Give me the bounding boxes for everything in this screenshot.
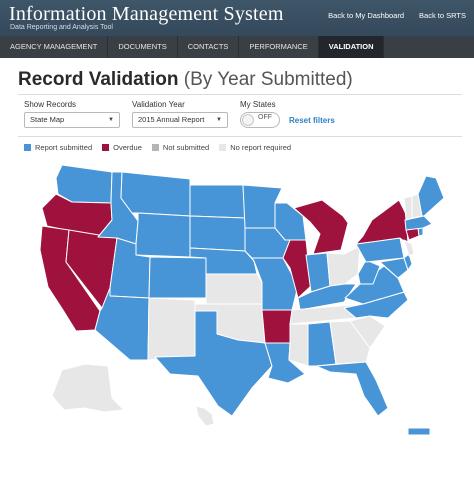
legend-swatch-overdue — [102, 144, 110, 151]
chevron-down-icon: ▼ — [108, 117, 114, 123]
show-records-value: State Map — [30, 115, 65, 124]
legend-item-submitted: Report submitted — [24, 143, 92, 152]
state-sd[interactable] — [189, 215, 246, 252]
nav-documents[interactable]: DOCUMENTS — [108, 36, 178, 58]
state-ks[interactable] — [205, 273, 263, 305]
state-wa[interactable] — [55, 164, 113, 204]
state-fl[interactable] — [315, 361, 389, 417]
top-header: Information Management System Data Repor… — [0, 0, 474, 36]
state-nd[interactable] — [189, 184, 246, 219]
legend-label: Overdue — [113, 143, 142, 152]
show-records-select[interactable]: State Map ▼ — [24, 112, 120, 128]
legend-label: Report submitted — [35, 143, 93, 152]
my-states-toggle-state: OFF — [258, 114, 272, 121]
state-ms[interactable] — [288, 323, 309, 367]
page-title: Record Validation (By Year Submitted) — [18, 69, 353, 91]
legend-swatch-not-submitted — [151, 144, 159, 151]
validation-year-select[interactable]: 2015 Annual Report ▼ — [132, 112, 228, 128]
state-ny[interactable] — [355, 199, 409, 245]
nav-contacts[interactable]: CONTACTS — [178, 36, 240, 58]
nav-performance[interactable]: PERFORMANCE — [239, 36, 319, 58]
my-states-label: My States — [240, 100, 276, 109]
state-ri[interactable] — [417, 227, 424, 237]
state-nj[interactable] — [403, 239, 415, 257]
state-nm[interactable] — [147, 297, 196, 361]
chevron-down-icon: ▼ — [216, 117, 222, 123]
legend-item-no-report-required: No report required — [219, 143, 291, 152]
page-title-main: Record Validation — [18, 69, 179, 90]
state-ar[interactable] — [261, 309, 293, 344]
title-divider — [18, 94, 462, 95]
us-state-map — [39, 164, 445, 436]
legend-swatch-no-report-required — [219, 144, 227, 151]
state-oh[interactable] — [326, 245, 361, 287]
validation-year-label: Validation Year — [132, 100, 185, 109]
state-wy[interactable] — [135, 212, 191, 258]
app-title: Information Management System — [9, 3, 284, 25]
state-co[interactable] — [148, 256, 207, 299]
legend-label: No report required — [230, 143, 292, 152]
toggle-knob — [242, 114, 254, 126]
back-to-srts-link[interactable]: Back to SRTS — [419, 11, 466, 20]
reset-filters-link[interactable]: Reset filters — [289, 116, 335, 125]
page-title-sub: (By Year Submitted) — [183, 69, 353, 90]
main-nav: AGENCY MANAGEMENT DOCUMENTS CONTACTS PER… — [0, 36, 474, 58]
map-legend: Report submitted Overdue Not submitted N… — [24, 143, 291, 152]
legend-label: Not submitted — [162, 143, 210, 152]
app-subtitle: Data Reporting and Analysis Tool — [10, 24, 113, 31]
legend-item-not-submitted: Not submitted — [151, 143, 210, 152]
nav-validation[interactable]: VALIDATION — [318, 36, 385, 58]
filters-divider — [18, 136, 462, 137]
state-hi[interactable] — [195, 405, 215, 427]
legend-item-overdue: Overdue — [102, 143, 142, 152]
header-links: Back to My Dashboard Back to SRTS — [328, 11, 466, 20]
state-ak[interactable] — [51, 363, 125, 413]
show-records-label: Show Records — [24, 100, 77, 109]
back-to-dashboard-link[interactable]: Back to My Dashboard — [328, 11, 404, 20]
state-mt[interactable] — [120, 171, 191, 217]
state-pr[interactable] — [407, 427, 431, 436]
state-vt[interactable] — [403, 195, 413, 221]
validation-year-value: 2015 Annual Report — [138, 115, 205, 124]
my-states-toggle[interactable]: OFF — [240, 112, 280, 128]
legend-swatch-submitted — [24, 144, 31, 151]
nav-agency-management[interactable]: AGENCY MANAGEMENT — [0, 36, 109, 58]
state-me[interactable] — [417, 175, 445, 217]
